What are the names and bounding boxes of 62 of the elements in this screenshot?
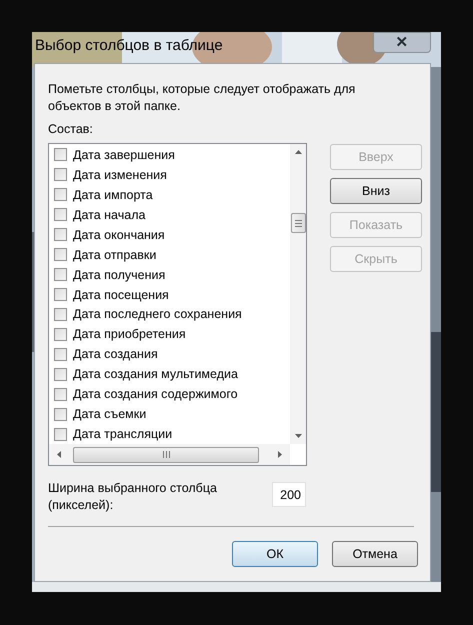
column-label: Дата завершения bbox=[73, 146, 175, 163]
column-list-item[interactable]: Дата создания bbox=[49, 344, 290, 364]
close-button[interactable]: ✕ bbox=[373, 32, 431, 53]
checkbox[interactable] bbox=[54, 208, 67, 222]
scroll-up-icon[interactable] bbox=[294, 150, 302, 154]
checkbox[interactable] bbox=[54, 388, 67, 401]
list-label: Состав: bbox=[48, 121, 94, 138]
column-label: Дата получения bbox=[73, 266, 166, 283]
scroll-thumb[interactable] bbox=[73, 446, 259, 462]
horizontal-scrollbar[interactable] bbox=[49, 444, 290, 465]
dialog-button[interactable]: ОК bbox=[232, 541, 318, 567]
column-label: Дата создания bbox=[73, 346, 158, 362]
width-label: Ширина выбранного столбца (пикселей): bbox=[48, 480, 218, 514]
column-list-item[interactable]: Дата отправки bbox=[49, 244, 290, 265]
column-list-item[interactable]: Дата начала bbox=[49, 204, 290, 225]
checkbox[interactable] bbox=[54, 248, 67, 262]
width-field[interactable]: 200 bbox=[272, 482, 306, 507]
checkbox[interactable] bbox=[54, 428, 67, 441]
scroll-thumb[interactable] bbox=[290, 213, 306, 233]
column-label: Дата создания содержимого bbox=[73, 386, 238, 402]
column-list-item[interactable]: Дата трансляции bbox=[49, 424, 290, 444]
column-list-item[interactable]: Дата окончания bbox=[49, 224, 290, 245]
column-label: Дата последнего сохранения bbox=[73, 306, 242, 322]
column-list-item[interactable]: Дата посещения bbox=[49, 284, 290, 304]
column-list-item[interactable]: Дата завершения bbox=[49, 145, 290, 165]
column-list-item[interactable]: Дата создания содержимого bbox=[49, 384, 290, 404]
window-title: Выбор столбцов в таблице bbox=[35, 36, 223, 56]
column-list-item[interactable]: Дата съемки bbox=[49, 404, 290, 424]
column-label: Дата окончания bbox=[73, 226, 165, 243]
checkbox[interactable] bbox=[54, 368, 67, 381]
column-label: Дата изменения bbox=[73, 166, 167, 183]
scroll-down-icon[interactable] bbox=[294, 434, 302, 438]
column-label: Дата съемки bbox=[73, 406, 146, 422]
scroll-left-icon[interactable] bbox=[57, 451, 61, 458]
checkbox[interactable] bbox=[54, 228, 67, 242]
checkbox[interactable] bbox=[54, 148, 67, 162]
scroll-right-icon[interactable] bbox=[278, 451, 282, 458]
checkbox[interactable] bbox=[54, 188, 67, 202]
checkbox[interactable] bbox=[54, 408, 67, 421]
column-label: Дата отправки bbox=[73, 246, 156, 263]
dialog-button[interactable]: Отмена bbox=[332, 541, 418, 567]
column-list-item[interactable]: Дата создания мультимедиа bbox=[49, 364, 290, 384]
side-button[interactable]: Вниз bbox=[330, 178, 422, 204]
column-list-item[interactable]: Дата последнего сохранения bbox=[49, 304, 290, 324]
instructions-text: Пометьте столбцы, которые следует отображать для объектов в этой папке. bbox=[48, 81, 356, 115]
column-list-item[interactable]: Дата получения bbox=[49, 264, 290, 285]
column-label: Дата начала bbox=[73, 206, 146, 223]
column-list-item[interactable]: Дата изменения bbox=[49, 164, 290, 185]
checkbox[interactable] bbox=[54, 268, 67, 282]
checkbox[interactable] bbox=[54, 288, 67, 302]
column-list-item[interactable]: Дата приобретения bbox=[49, 324, 290, 344]
column-label: Дата импорта bbox=[73, 186, 153, 203]
column-label: Дата приобретения bbox=[73, 326, 186, 342]
column-label: Дата трансляции bbox=[73, 426, 172, 442]
checkbox[interactable] bbox=[54, 328, 67, 341]
column-label: Дата создания мультимедиа bbox=[73, 366, 238, 382]
checkbox[interactable] bbox=[54, 348, 67, 361]
column-label: Дата посещения bbox=[73, 286, 169, 303]
checkbox[interactable] bbox=[54, 308, 67, 321]
checkbox[interactable] bbox=[54, 168, 67, 182]
vertical-scrollbar[interactable] bbox=[290, 144, 306, 444]
column-list-item[interactable]: Дата импорта bbox=[49, 184, 290, 205]
